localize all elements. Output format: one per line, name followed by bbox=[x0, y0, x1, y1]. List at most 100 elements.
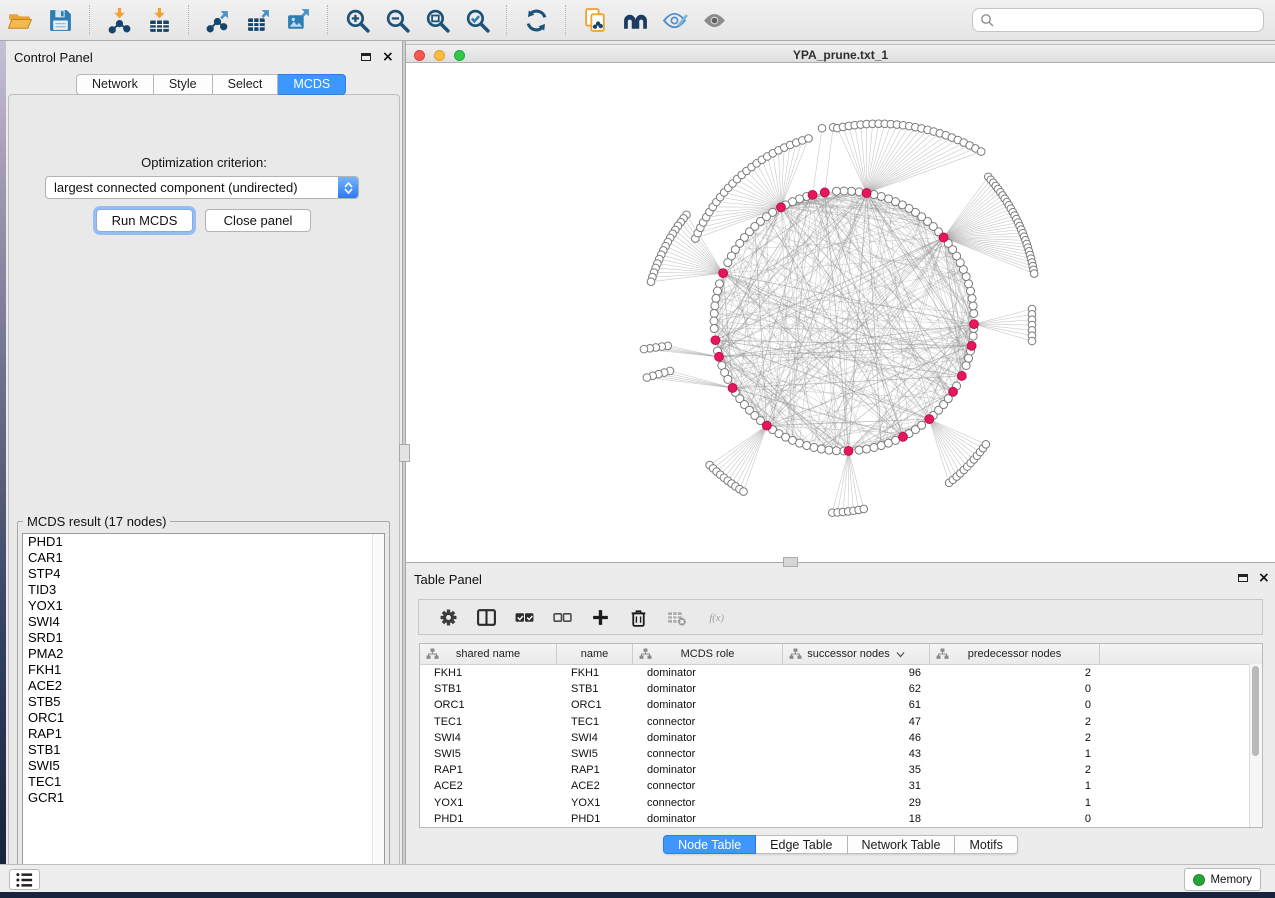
tab-motifs[interactable]: Motifs bbox=[955, 835, 1017, 854]
table-scrollbar[interactable] bbox=[1249, 664, 1262, 827]
tab-node-table[interactable]: Node Table bbox=[663, 835, 756, 854]
graph-hub-node[interactable] bbox=[957, 372, 966, 381]
table-row[interactable]: ORC1ORC1dominator610 bbox=[420, 697, 1262, 713]
import-network-button[interactable] bbox=[102, 3, 136, 37]
export-network-button[interactable] bbox=[201, 3, 235, 37]
tab-network[interactable]: Network bbox=[76, 74, 154, 95]
graph-node[interactable] bbox=[840, 187, 848, 195]
export-table-button[interactable] bbox=[241, 3, 275, 37]
mcds-result-item[interactable]: GCR1 bbox=[23, 790, 384, 806]
graph-hub-node[interactable] bbox=[949, 387, 958, 396]
tab-mcds[interactable]: MCDS bbox=[278, 74, 346, 95]
mcds-result-item[interactable]: CAR1 bbox=[23, 550, 384, 566]
graph-hub-node[interactable] bbox=[762, 421, 771, 430]
tab-style[interactable]: Style bbox=[154, 74, 213, 95]
mcds-result-item[interactable]: SWI4 bbox=[23, 614, 384, 630]
graph-node[interactable] bbox=[818, 124, 826, 132]
graph-node[interactable] bbox=[817, 445, 825, 453]
graph-node[interactable] bbox=[863, 445, 871, 453]
zoom-out-button[interactable] bbox=[380, 3, 414, 37]
network-graph[interactable] bbox=[406, 63, 1275, 562]
column-header-MCDS-role[interactable]: MCDS role bbox=[633, 644, 783, 664]
graph-hub-node[interactable] bbox=[728, 384, 737, 393]
graph-hub-node[interactable] bbox=[967, 341, 976, 350]
table-settings-button[interactable] bbox=[433, 603, 463, 631]
graph-node[interactable] bbox=[714, 287, 722, 295]
tab-edge-table[interactable]: Edge Table bbox=[756, 835, 847, 854]
graph-node[interactable] bbox=[825, 446, 833, 454]
graph-node[interactable] bbox=[968, 294, 976, 302]
mcds-result-item[interactable]: YOX1 bbox=[23, 598, 384, 614]
graph-node[interactable] bbox=[715, 280, 723, 288]
control-panel-close-icon[interactable]: × bbox=[382, 51, 394, 63]
open-session-button[interactable] bbox=[3, 3, 37, 37]
graph-node[interactable] bbox=[855, 446, 863, 454]
network-canvas[interactable] bbox=[406, 63, 1275, 562]
function-builder-button[interactable]: f(x) bbox=[699, 603, 737, 631]
zoom-fit-button[interactable] bbox=[420, 3, 454, 37]
graph-hub-node[interactable] bbox=[715, 352, 724, 361]
table-row[interactable]: STB1STB1dominator620 bbox=[420, 681, 1262, 697]
graph-node[interactable] bbox=[918, 421, 926, 429]
column-header-successor-nodes[interactable]: successor nodes bbox=[783, 644, 930, 664]
graph-node[interactable] bbox=[710, 317, 718, 325]
table-row[interactable]: SWI5SWI5connector431 bbox=[420, 746, 1262, 762]
mcds-result-item[interactable]: STP4 bbox=[23, 566, 384, 582]
graph-node[interactable] bbox=[969, 332, 977, 340]
graph-node[interactable] bbox=[710, 309, 718, 317]
table-row[interactable]: TEC1TEC1connector472 bbox=[420, 714, 1262, 730]
mcds-result-item[interactable]: STB1 bbox=[23, 742, 384, 758]
graph-hub-node[interactable] bbox=[808, 190, 817, 199]
first-neighbors-button[interactable] bbox=[618, 3, 652, 37]
graph-node[interactable] bbox=[832, 187, 840, 195]
search-input[interactable] bbox=[999, 12, 1256, 28]
graph-node[interactable] bbox=[724, 375, 732, 383]
mcds-result-item[interactable]: PMA2 bbox=[23, 646, 384, 662]
graph-hub-node[interactable] bbox=[820, 188, 829, 197]
hide-selected-button[interactable] bbox=[658, 3, 692, 37]
table-panel-close-icon[interactable]: × bbox=[1258, 572, 1270, 584]
graph-node[interactable] bbox=[810, 443, 818, 451]
tab-select[interactable]: Select bbox=[213, 74, 279, 95]
graph-hub-node[interactable] bbox=[925, 415, 934, 424]
delete-table-button[interactable] bbox=[661, 603, 691, 631]
select-all-button[interactable] bbox=[509, 603, 539, 631]
column-header-name[interactable]: name bbox=[557, 644, 633, 664]
graph-hub-node[interactable] bbox=[939, 233, 948, 242]
graph-node[interactable] bbox=[982, 441, 990, 449]
graph-hub-node[interactable] bbox=[777, 203, 786, 212]
graph-node[interactable] bbox=[860, 505, 868, 513]
graph-hub-node[interactable] bbox=[899, 432, 908, 441]
graph-node[interactable] bbox=[640, 345, 648, 353]
graph-hub-node[interactable] bbox=[862, 189, 871, 198]
refresh-button[interactable] bbox=[519, 3, 553, 37]
graph-node[interactable] bbox=[877, 192, 885, 200]
table-row[interactable]: YOX1YOX1connector291 bbox=[420, 795, 1262, 811]
mcds-result-item[interactable]: PHD1 bbox=[23, 534, 384, 550]
graph-node[interactable] bbox=[711, 302, 719, 310]
run-mcds-button[interactable]: Run MCDS bbox=[96, 209, 193, 232]
graph-node[interactable] bbox=[647, 278, 655, 286]
split-panel-button[interactable] bbox=[471, 603, 501, 631]
status-list-button[interactable] bbox=[9, 869, 40, 890]
mcds-result-item[interactable]: ACE2 bbox=[23, 678, 384, 694]
zoom-selected-button[interactable] bbox=[460, 3, 494, 37]
column-header-predecessor-nodes[interactable]: predecessor nodes bbox=[930, 644, 1100, 664]
delete-entry-button[interactable] bbox=[623, 603, 653, 631]
table-row[interactable]: RAP1RAP1dominator352 bbox=[420, 762, 1262, 778]
graph-hub-node[interactable] bbox=[970, 320, 979, 329]
graph-node[interactable] bbox=[740, 488, 748, 496]
criterion-dropdown[interactable]: largest connected component (undirected) bbox=[45, 176, 359, 199]
mcds-result-item[interactable]: FKH1 bbox=[23, 662, 384, 678]
graph-node[interactable] bbox=[1030, 270, 1038, 278]
graph-node[interactable] bbox=[870, 443, 878, 451]
mcds-result-item[interactable]: RAP1 bbox=[23, 726, 384, 742]
add-entry-button[interactable] bbox=[585, 603, 615, 631]
memory-button[interactable]: Memory bbox=[1184, 868, 1261, 891]
table-row[interactable]: PHD1PHD1dominator180 bbox=[420, 811, 1262, 827]
graph-node[interactable] bbox=[803, 442, 811, 450]
table-row[interactable]: FKH1FKH1dominator962 bbox=[420, 665, 1262, 681]
control-panel-float-button[interactable] bbox=[361, 53, 371, 61]
graph-node[interactable] bbox=[966, 287, 974, 295]
mcds-result-item[interactable]: TEC1 bbox=[23, 774, 384, 790]
